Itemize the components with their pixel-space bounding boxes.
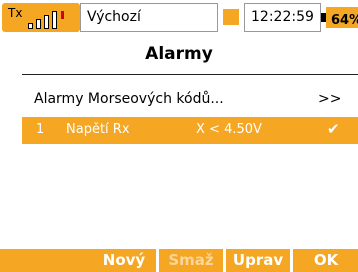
- tx-signal-indicator: Tx: [2, 3, 80, 32]
- new-button[interactable]: Nový: [92, 249, 156, 272]
- page-title: Alarmy: [145, 44, 213, 64]
- signal-bars-icon: [28, 11, 74, 29]
- clock: 12:22:59: [244, 3, 321, 32]
- bottom-button-bar: Nový Smaž Uprav OK: [0, 249, 358, 272]
- alarm-name: Napětí Rx: [66, 122, 130, 137]
- ok-button[interactable]: OK: [294, 249, 358, 272]
- battery-indicator: 64%: [321, 3, 358, 32]
- status-square-icon: [223, 9, 239, 25]
- status-bar: Tx Výchozí 12:22:59 64%: [0, 0, 358, 36]
- title-divider: [22, 74, 358, 75]
- edit-button[interactable]: Uprav: [226, 249, 290, 272]
- tx-label: Tx: [8, 6, 23, 20]
- morse-alarms-menu-item[interactable]: Alarmy Morseových kódů...: [34, 91, 224, 107]
- alarm-number: 1: [36, 122, 45, 137]
- alarm-condition: X < 4.50V: [196, 122, 262, 137]
- battery-percent: 64%: [331, 13, 358, 28]
- delete-button[interactable]: Smaž: [159, 249, 223, 272]
- profile-name[interactable]: Výchozí: [80, 3, 218, 32]
- alarm-row[interactable]: 1 Napětí Rx X < 4.50V ✔: [22, 117, 358, 144]
- check-icon: ✔: [327, 120, 340, 138]
- submenu-arrow: >>: [318, 91, 342, 107]
